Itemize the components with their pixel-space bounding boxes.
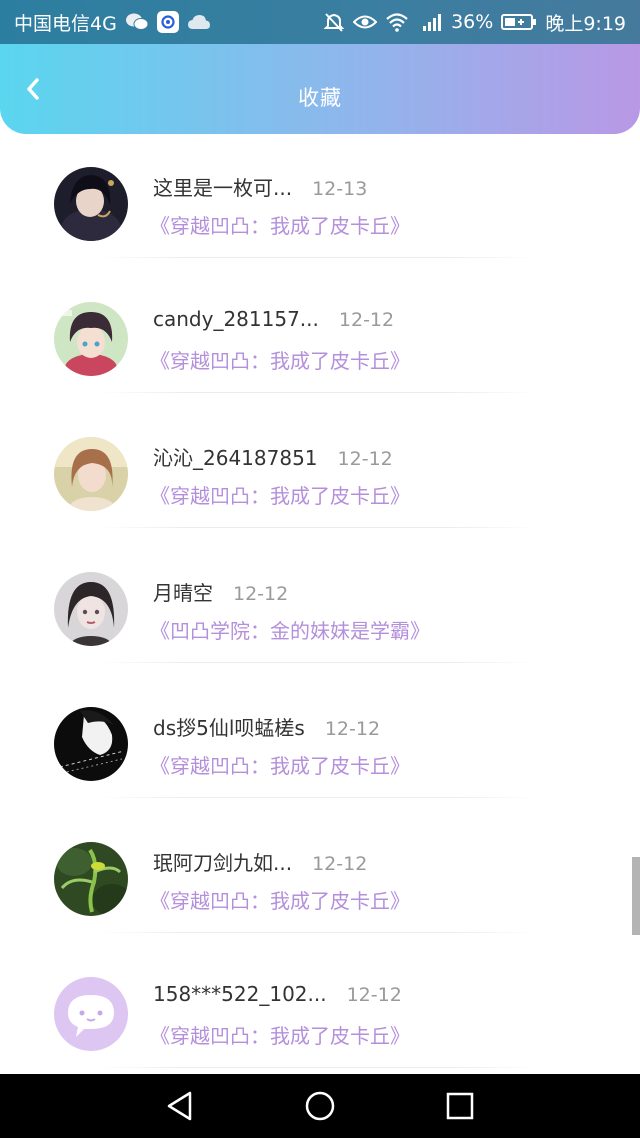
date: 12-13 <box>312 178 368 200</box>
username: 沁沁_264187851 <box>153 446 318 470</box>
book-title-link[interactable]: 《穿越凹凸：我成了皮卡丘》 <box>150 885 410 914</box>
item-header: 这里是一枚可... 12-13 <box>153 172 367 201</box>
home-circle-icon <box>305 1091 335 1121</box>
book-title-link[interactable]: 《穿越凹凸：我成了皮卡丘》 <box>150 480 410 509</box>
list-item[interactable]: ds拶5仙l呗蜢槎s 12-12 《穿越凹凸：我成了皮卡丘》 <box>0 690 640 825</box>
carrier-label: 中国电信4G <box>14 12 117 35</box>
item-header: 珉阿刀剑九如... 12-12 <box>153 847 367 876</box>
recents-square-icon <box>446 1092 474 1120</box>
battery-icon <box>501 11 537 33</box>
signal-icon <box>417 11 443 33</box>
divider <box>98 257 538 258</box>
date: 12-12 <box>337 448 393 470</box>
avatar[interactable] <box>54 842 128 916</box>
date: 12-12 <box>324 718 381 740</box>
date: 12-12 <box>346 984 402 1006</box>
wifi-icon <box>385 11 409 33</box>
divider <box>98 662 538 663</box>
username: ds拶5仙l呗蜢槎s <box>153 716 305 740</box>
date: 12-12 <box>312 853 368 875</box>
item-header: ds拶5仙l呗蜢槎s 12-12 <box>153 712 380 741</box>
username: 158***522_102... <box>153 982 327 1006</box>
scrollbar-thumb[interactable] <box>632 857 640 935</box>
battery-percent: 36% <box>451 11 494 33</box>
eye-icon <box>353 11 378 33</box>
item-header: candy_281157... 12-12 <box>153 307 394 331</box>
wechat-icon <box>125 11 149 33</box>
book-title-link[interactable]: 《穿越凹凸：我成了皮卡丘》 <box>150 750 410 779</box>
cloud-icon <box>187 11 211 33</box>
status-bar-left: 中国电信4G <box>14 9 211 36</box>
date: 12-12 <box>338 309 395 331</box>
list-item[interactable]: candy_281157... 12-12 《穿越凹凸：我成了皮卡丘》 <box>0 285 640 420</box>
username: candy_281157... <box>153 307 319 331</box>
book-title-link[interactable]: 《穿越凹凸：我成了皮卡丘》 <box>150 345 410 374</box>
avatar[interactable] <box>54 167 128 241</box>
avatar[interactable] <box>54 707 128 781</box>
book-title-link[interactable]: 《穿越凹凸：我成了皮卡丘》 <box>150 210 410 239</box>
item-header: 月晴空 12-12 <box>153 577 288 606</box>
item-header: 158***522_102... 12-12 <box>153 982 402 1006</box>
divider <box>98 797 538 798</box>
username: 月晴空 <box>153 581 213 605</box>
navigation-bar <box>0 1074 640 1138</box>
item-header: 沁沁_264187851 12-12 <box>153 442 393 471</box>
list-item[interactable]: 这里是一枚可... 12-13 《穿越凹凸：我成了皮卡丘》 <box>0 150 640 285</box>
nav-home-button[interactable] <box>290 1076 350 1136</box>
username: 这里是一枚可... <box>153 176 293 200</box>
status-bar: 中国电信4G 36% 晚上9:19 <box>0 0 640 44</box>
header: 收藏 <box>0 44 640 134</box>
app-icon <box>156 11 179 33</box>
list-item[interactable]: 月晴空 12-12 《凹凸学院：金的妹妹是学霸》 <box>0 555 640 690</box>
date: 12-12 <box>233 583 289 605</box>
clock: 晚上9:19 <box>545 12 626 35</box>
back-triangle-icon <box>167 1091 192 1121</box>
book-title-link[interactable]: 《穿越凹凸：我成了皮卡丘》 <box>150 1020 410 1049</box>
mute-icon <box>323 11 345 33</box>
divider <box>98 932 538 933</box>
list-item[interactable]: 沁沁_264187851 12-12 《穿越凹凸：我成了皮卡丘》 <box>0 420 640 555</box>
avatar[interactable] <box>54 302 128 376</box>
favorites-list[interactable]: 这里是一枚可... 12-13 《穿越凹凸：我成了皮卡丘》 candy_2811… <box>0 150 640 1074</box>
avatar[interactable] <box>54 977 128 1051</box>
avatar[interactable] <box>54 572 128 646</box>
list-item[interactable]: 珉阿刀剑九如... 12-12 《穿越凹凸：我成了皮卡丘》 <box>0 825 640 960</box>
divider <box>98 527 538 528</box>
page-title: 收藏 <box>298 86 342 110</box>
divider <box>98 392 538 393</box>
username: 珉阿刀剑九如... <box>153 851 293 875</box>
nav-recents-button[interactable] <box>430 1076 490 1136</box>
list-item[interactable]: 158***522_102... 12-12 《穿越凹凸：我成了皮卡丘》 <box>0 960 640 1074</box>
avatar[interactable] <box>54 437 128 511</box>
nav-back-button[interactable] <box>150 1076 210 1136</box>
status-bar-right: 36% 晚上9:19 <box>323 9 626 36</box>
divider <box>98 1067 538 1068</box>
book-title-link[interactable]: 《凹凸学院：金的妹妹是学霸》 <box>150 615 430 644</box>
